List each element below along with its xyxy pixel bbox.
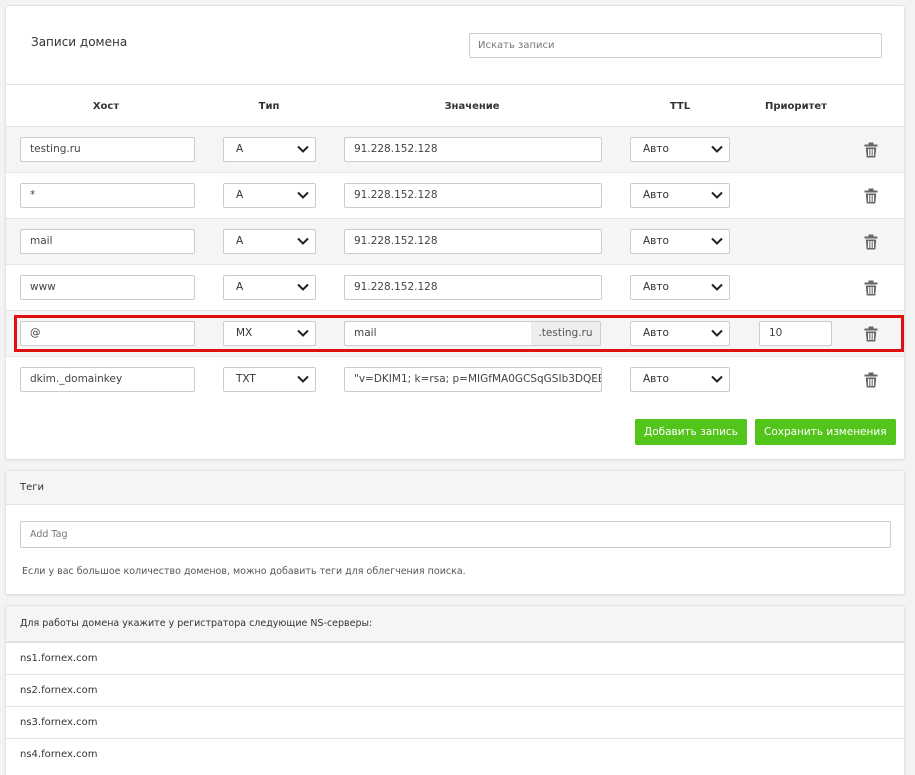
ttl-select-value: Авто: [643, 143, 669, 155]
ttl-select-value: Авто: [643, 235, 669, 247]
domain-suffix-addon: .testing.ru: [531, 321, 601, 346]
chevron-down-icon: [711, 145, 723, 153]
chevron-down-icon: [297, 191, 309, 199]
records-title: Записи домена: [31, 35, 128, 49]
search-records-input[interactable]: [469, 33, 882, 58]
ttl-select[interactable]: Авто: [630, 183, 730, 208]
ttl-select-value: Авто: [643, 189, 669, 201]
record-row: testing.ru A 91.228.152.128 Авто: [6, 126, 904, 172]
ttl-select[interactable]: Авто: [630, 137, 730, 162]
record-row: www A 91.228.152.128 Авто: [6, 264, 904, 310]
value-input[interactable]: 91.228.152.128: [344, 275, 602, 300]
value-input[interactable]: "v=DKIM1; k=rsa; p=MIGfMA0GCSqGSIb3DQEBA…: [344, 367, 602, 392]
chevron-down-icon: [297, 375, 309, 383]
save-changes-button[interactable]: Сохранить изменения: [755, 419, 896, 445]
type-select[interactable]: A: [223, 137, 316, 162]
trash-icon[interactable]: [864, 280, 878, 296]
trash-icon[interactable]: [864, 372, 878, 388]
trash-icon[interactable]: [864, 234, 878, 250]
type-select-value: A: [236, 143, 244, 155]
column-header-host: Хост: [92, 101, 120, 112]
ttl-select-value: Авто: [643, 281, 669, 293]
domain-records-card: Записи домена Хост Тип Значение TTL Прио…: [5, 5, 905, 460]
priority-input[interactable]: 10: [759, 321, 832, 346]
type-select-value: TXT: [236, 373, 256, 385]
header-divider: [6, 84, 904, 85]
ns-servers-card: Для работы домена укажите у регистратора…: [5, 605, 905, 775]
trash-icon[interactable]: [864, 188, 878, 204]
type-select[interactable]: A: [223, 229, 316, 254]
record-row: mail A 91.228.152.128 Авто: [6, 218, 904, 264]
ns-server-item: ns1.fornex.com: [6, 642, 904, 674]
type-select-value: A: [236, 189, 244, 201]
chevron-down-icon: [297, 283, 309, 291]
ttl-select[interactable]: Авто: [630, 275, 730, 300]
chevron-down-icon: [711, 237, 723, 245]
type-select[interactable]: MX: [223, 321, 316, 346]
chevron-down-icon: [711, 329, 723, 337]
chevron-down-icon: [711, 191, 723, 199]
value-input[interactable]: 91.228.152.128: [344, 137, 602, 162]
ttl-select[interactable]: Авто: [630, 321, 730, 346]
record-row: * A 91.228.152.128 Авто: [6, 172, 904, 218]
type-select[interactable]: A: [223, 275, 316, 300]
chevron-down-icon: [711, 283, 723, 291]
ttl-select[interactable]: Авто: [630, 229, 730, 254]
type-select-value: MX: [236, 327, 253, 339]
type-select-value: A: [236, 281, 244, 293]
ttl-select[interactable]: Авто: [630, 367, 730, 392]
value-input[interactable]: 91.228.152.128: [344, 183, 602, 208]
tags-help-text: Если у вас большое количество доменов, м…: [22, 566, 466, 577]
chevron-down-icon: [297, 237, 309, 245]
type-select[interactable]: TXT: [223, 367, 316, 392]
tags-card: Теги Если у вас большое количество домен…: [5, 470, 905, 595]
chevron-down-icon: [711, 375, 723, 383]
value-input[interactable]: 91.228.152.128: [344, 229, 602, 254]
type-select-value: A: [236, 235, 244, 247]
host-input[interactable]: www: [20, 275, 195, 300]
ns-server-item: ns3.fornex.com: [6, 706, 904, 738]
add-record-button[interactable]: Добавить запись: [635, 419, 747, 445]
column-header-type: Тип: [258, 101, 280, 112]
record-row-mx: @ MX mail .testing.ru Авто 10: [6, 310, 904, 356]
host-input[interactable]: mail: [20, 229, 195, 254]
value-input[interactable]: mail: [344, 321, 532, 346]
column-header-value: Значение: [444, 101, 500, 112]
ns-server-item: ns2.fornex.com: [6, 674, 904, 706]
column-header-priority: Приоритет: [765, 101, 827, 112]
host-input[interactable]: @: [20, 321, 195, 346]
ttl-select-value: Авто: [643, 327, 669, 339]
host-input[interactable]: testing.ru: [20, 137, 195, 162]
column-header-ttl: TTL: [669, 101, 691, 112]
ns-title: Для работы домена укажите у регистратора…: [6, 606, 904, 642]
type-select[interactable]: A: [223, 183, 316, 208]
tags-title: Теги: [6, 471, 904, 505]
ns-server-item: ns4.fornex.com: [6, 738, 904, 770]
host-input[interactable]: dkim._domainkey: [20, 367, 195, 392]
add-tag-input[interactable]: [20, 521, 891, 548]
host-input[interactable]: *: [20, 183, 195, 208]
chevron-down-icon: [297, 329, 309, 337]
trash-icon[interactable]: [864, 326, 878, 342]
ttl-select-value: Авто: [643, 373, 669, 385]
chevron-down-icon: [297, 145, 309, 153]
trash-icon[interactable]: [864, 142, 878, 158]
record-row: dkim._domainkey TXT "v=DKIM1; k=rsa; p=M…: [6, 356, 904, 402]
